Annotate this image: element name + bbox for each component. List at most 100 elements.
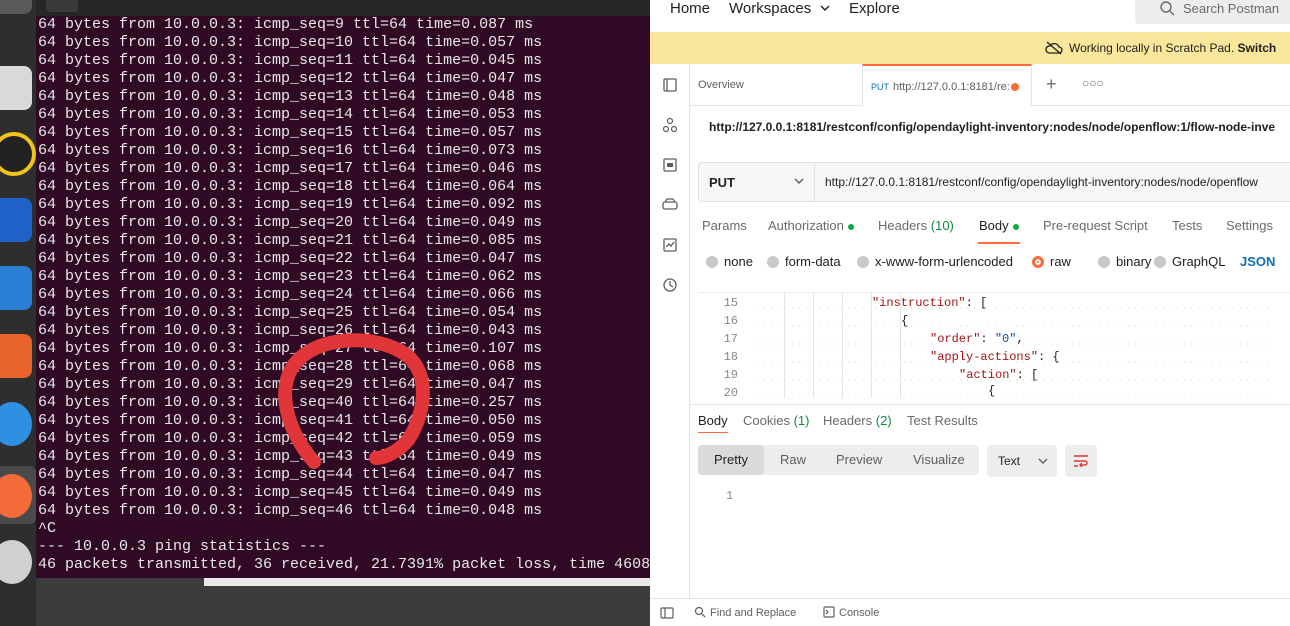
line-number: 20 [723, 386, 738, 398]
response-divider[interactable] [690, 404, 1290, 405]
response-headers-count: (2) [875, 413, 892, 428]
json-punct: , [1016, 332, 1024, 346]
tab-body-label: Body [979, 218, 1009, 233]
line-number: 19 [723, 368, 738, 382]
search-postman-input[interactable]: Search Postman [1135, 0, 1290, 24]
body-format-select[interactable]: JSON [1240, 254, 1275, 269]
chevron-down-icon [1038, 458, 1048, 464]
body-type-urlencoded[interactable]: x-www-form-urlencoded [857, 254, 1013, 269]
view-pretty[interactable]: Pretty [714, 452, 748, 467]
tab-body[interactable]: Body [979, 218, 1019, 233]
active-tab-underline [978, 242, 1020, 244]
tab-authorization-label: Authorization [768, 218, 844, 233]
help-icon[interactable] [0, 402, 32, 446]
apis-icon[interactable] [662, 117, 678, 133]
json-key: "order" [930, 332, 981, 346]
radio-icon [706, 256, 718, 268]
indent-guide [784, 293, 785, 398]
nav-workspaces[interactable]: Workspaces [729, 0, 830, 17]
response-tab-cookies[interactable]: Cookies (1) [743, 413, 809, 428]
postman-header: Home Workspaces Explore Search Postman [650, 0, 1290, 32]
radio-icon [857, 256, 869, 268]
tab-headers[interactable]: Headers (10) [878, 218, 954, 233]
history-icon[interactable] [662, 277, 678, 293]
toggle-sidebar-icon[interactable] [660, 606, 674, 620]
code-line: { [901, 314, 909, 328]
console-button[interactable]: Console [823, 606, 879, 619]
body-type-binary-label: binary [1116, 254, 1152, 269]
nav-explore[interactable]: Explore [849, 0, 900, 17]
red-circle-annotation [278, 333, 430, 469]
active-response-tab-underline [698, 432, 728, 433]
response-type-select[interactable]: Text [987, 445, 1057, 477]
writer-icon[interactable] [0, 266, 32, 310]
disc-icon[interactable] [0, 540, 32, 584]
headers-count: (10) [930, 218, 954, 233]
body-type-graphql[interactable]: GraphQL [1154, 254, 1225, 269]
tab-put-request[interactable]: PUT http://127.0.0.1:8181/re: [862, 64, 1032, 106]
tab-overview[interactable]: Overview [690, 64, 860, 106]
tab-params[interactable]: Params [702, 218, 747, 233]
request-title[interactable]: http://127.0.0.1:8181/restconf/config/op… [709, 120, 1275, 134]
nav-workspaces-label: Workspaces [729, 0, 812, 17]
response-line-number: 1 [726, 489, 734, 503]
more-tabs-icon[interactable]: ○○○ [1082, 76, 1104, 90]
tab-prerequest-script[interactable]: Pre-request Script [1043, 218, 1148, 233]
radio-icon [1098, 256, 1110, 268]
line-number: 15 [723, 296, 738, 310]
tab-authorization[interactable]: Authorization [768, 218, 854, 233]
tab-settings[interactable]: Settings [1226, 218, 1273, 233]
url-input[interactable]: http://127.0.0.1:8181/restconf/config/op… [825, 175, 1258, 189]
view-raw[interactable]: Raw [780, 452, 806, 467]
files-app-icon[interactable] [0, 66, 32, 110]
response-cookies-label: Cookies [743, 413, 790, 428]
body-type-none[interactable]: none [706, 254, 753, 269]
response-tab-test-results[interactable]: Test Results [907, 413, 978, 428]
response-tab-headers[interactable]: Headers (2) [823, 413, 892, 428]
request-body-editor[interactable]: 15 16 17 18 19 20 "instruction": [ { "or… [698, 292, 1290, 398]
terminal-window[interactable]: 64 bytes from 10.0.0.3: icmp_seq=9 ttl=6… [36, 0, 650, 626]
body-type-urlencoded-label: x-www-form-urlencoded [875, 254, 1013, 269]
rhythmbox-icon[interactable] [0, 132, 36, 176]
body-type-form-data[interactable]: form-data [767, 254, 841, 269]
radio-selected-icon [1032, 256, 1044, 268]
body-type-raw[interactable]: raw [1032, 254, 1071, 269]
new-tab-button[interactable]: + [1046, 74, 1057, 95]
code-line: { [988, 384, 996, 398]
collections-icon[interactable] [662, 77, 678, 93]
body-type-form-data-label: form-data [785, 254, 841, 269]
json-punct: : { [1038, 350, 1060, 364]
software-center-icon[interactable] [0, 334, 32, 378]
switch-link[interactable]: Switch [1238, 41, 1277, 55]
console-icon [823, 606, 835, 618]
wrap-lines-button[interactable] [1065, 445, 1097, 477]
nav-home[interactable]: Home [670, 0, 710, 17]
mock-servers-icon[interactable] [662, 197, 678, 213]
view-preview[interactable]: Preview [836, 452, 882, 467]
view-visualize[interactable]: Visualize [913, 452, 965, 467]
body-type-raw-label: raw [1050, 254, 1071, 269]
monitors-icon[interactable] [662, 237, 678, 253]
response-view-switcher: Pretty Raw Preview Visualize [698, 445, 979, 475]
request-url-bar: PUT http://127.0.0.1:8181/restconf/confi… [698, 162, 1290, 202]
thunderbird-icon[interactable] [0, 198, 32, 242]
search-placeholder: Search Postman [1183, 1, 1280, 16]
chevron-down-icon [794, 178, 804, 184]
chevron-down-icon [820, 5, 830, 11]
environments-icon[interactable] [662, 157, 678, 173]
radio-icon [767, 256, 779, 268]
response-tab-body[interactable]: Body [698, 413, 728, 428]
tab-tests[interactable]: Tests [1172, 218, 1202, 233]
method-select[interactable]: PUT [699, 163, 815, 201]
body-type-binary[interactable]: binary [1098, 254, 1151, 269]
search-icon [1160, 1, 1175, 16]
json-key: "apply-actions" [930, 350, 1039, 364]
dock-app-icon[interactable] [0, 0, 32, 14]
find-replace-button[interactable]: Find and Replace [694, 606, 796, 619]
banner-text: Working locally in Scratch Pad. [1069, 41, 1235, 55]
line-number: 16 [723, 314, 738, 328]
response-type-label: Text [998, 454, 1021, 468]
request-tab-bar: Overview PUT http://127.0.0.1:8181/re: + … [690, 64, 1290, 106]
cloud-off-icon [1045, 41, 1063, 55]
app-dock [0, 0, 36, 626]
